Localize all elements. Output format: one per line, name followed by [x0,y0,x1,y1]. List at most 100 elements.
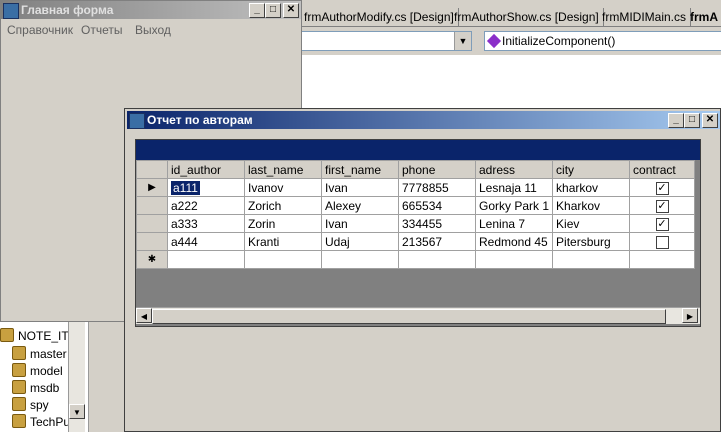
cell-phone[interactable]: 665534 [398,196,476,215]
database-icon [12,380,26,394]
cell-last-name[interactable]: Zorin [244,214,322,233]
cell-last-name[interactable]: Zorich [244,196,322,215]
cell-city[interactable]: Kharkov [552,196,631,215]
row-header[interactable] [136,196,168,215]
cell-phone[interactable]: 213567 [398,232,476,251]
tree-item-master[interactable]: master [12,346,67,361]
cell-last-name[interactable]: Ivanov [244,178,322,197]
cell-last-name[interactable]: Kranti [244,232,322,251]
new-cell[interactable] [474,250,554,269]
cell-city[interactable]: kharkov [552,178,631,197]
tab-author-modify[interactable]: frmAuthorModify.cs [Design] [300,8,459,26]
cell-adress[interactable]: Gorky Park 1 [474,196,554,215]
minimize-button[interactable]: _ [249,3,265,18]
scroll-thumb[interactable] [152,309,666,324]
col-header-adress[interactable]: adress [474,160,554,179]
cell-first-name[interactable]: Ivan [321,178,399,197]
tree-item-msdb[interactable]: msdb [12,380,59,395]
cell-first-name[interactable]: Ivan [321,214,399,233]
contract-checkbox[interactable]: ✓ [655,199,669,213]
scroll-right-icon[interactable]: ▶ [682,308,698,323]
maximize-button[interactable]: □ [265,3,281,18]
authors-table: id_author last_name first_name phone adr… [136,160,696,269]
cell-city[interactable]: Kiev [552,214,631,233]
maximize-button[interactable]: □ [684,113,700,128]
new-row[interactable]: ✱ [136,250,696,269]
new-cell[interactable] [629,250,696,269]
scroll-left-icon[interactable]: ◀ [136,308,152,323]
minimize-button[interactable]: _ [668,113,684,128]
cell-city[interactable]: Pitersburg [552,232,631,251]
table-row[interactable]: ▶ a111 Ivanov Ivan 7778855 Lesnaja 11 kh… [136,178,696,197]
tab-midi-main[interactable]: frmMIDIMain.cs [598,8,691,26]
cell-adress[interactable]: Redmond 45 [474,232,554,251]
report-titlebar[interactable]: Отчет по авторам _ □ ✕ [127,111,720,129]
menu-reports[interactable]: Отчеты [81,23,122,37]
scroll-down-icon[interactable]: ▼ [69,404,85,419]
cell-contract[interactable] [629,232,696,251]
col-header-id-author[interactable]: id_author [167,160,245,179]
cell-id-author[interactable]: a222 [167,196,245,215]
chevron-down-icon[interactable]: ▼ [454,32,471,50]
tree-scrollbar[interactable]: ▼ [68,320,85,432]
main-form-titlebar[interactable]: Главная форма _ □ ✕ [1,1,301,19]
cell-phone[interactable]: 334455 [398,214,476,233]
main-menu-bar: Справочник Отчеты Выход [1,21,301,39]
row-header[interactable] [136,214,168,233]
col-header-contract[interactable]: contract [629,160,696,179]
col-header-phone[interactable]: phone [398,160,476,179]
app-icon [129,113,145,129]
tree-item-techpu[interactable]: TechPu [12,414,70,429]
close-button[interactable]: ✕ [283,3,299,18]
tab-active[interactable]: frmA [686,8,721,26]
new-cell[interactable] [552,250,631,269]
report-title: Отчет по авторам [147,113,253,127]
type-combo[interactable]: ▼ [300,31,472,51]
menu-exit[interactable]: Выход [135,23,171,37]
close-button[interactable]: ✕ [702,113,718,128]
col-header-city[interactable]: city [552,160,631,179]
cell-contract[interactable]: ✓ [629,214,696,233]
current-row-icon[interactable]: ▶ [136,178,168,197]
tree-item-spy[interactable]: spy [12,397,49,412]
database-icon [12,414,26,428]
main-form-title: Главная форма [21,3,114,17]
cell-id-author[interactable]: a333 [167,214,245,233]
new-row-icon[interactable]: ✱ [136,250,168,269]
authors-datagrid[interactable]: id_author last_name first_name phone adr… [135,139,701,327]
new-cell[interactable] [244,250,322,269]
document-tabs: frmAuthorModify.cs [Design] frmAuthorSho… [300,4,721,27]
cell-id-author[interactable]: a444 [167,232,245,251]
cell-id-author[interactable]: a111 [167,178,245,197]
horizontal-scrollbar[interactable]: ◀ ▶ [136,307,700,324]
row-header[interactable] [136,232,168,251]
tree-item-label: model [30,364,63,378]
cell-contract[interactable]: ✓ [629,178,696,197]
table-row[interactable]: a222 Zorich Alexey 665534 Gorky Park 1 K… [136,196,696,215]
tree-item-label: msdb [30,381,60,395]
col-header-last-name[interactable]: last_name [244,160,322,179]
code-editor[interactable] [300,55,721,110]
contract-checkbox[interactable]: ✓ [655,217,669,231]
table-row[interactable]: a444 Kranti Udaj 213567 Redmond 45 Piter… [136,232,696,251]
new-cell[interactable] [167,250,245,269]
tab-author-show[interactable]: frmAuthorShow.cs [Design] [450,8,604,26]
new-cell[interactable] [398,250,476,269]
col-header-first-name[interactable]: first_name [321,160,399,179]
cell-phone[interactable]: 7778855 [398,178,476,197]
cell-first-name[interactable]: Udaj [321,232,399,251]
report-window: Отчет по авторам _ □ ✕ id_author last_na… [124,108,721,432]
menu-reference[interactable]: Справочник [7,23,73,37]
cell-adress[interactable]: Lesnaja 11 [474,178,554,197]
tree-item-label: master [30,347,67,361]
cell-contract[interactable]: ✓ [629,196,696,215]
cell-adress[interactable]: Lenina 7 [474,214,554,233]
contract-checkbox[interactable] [655,235,669,249]
contract-checkbox[interactable]: ✓ [655,181,669,195]
new-cell[interactable] [321,250,399,269]
member-bar: ▼ InitializeComponent() [300,28,721,54]
table-row[interactable]: a333 Zorin Ivan 334455 Lenina 7 Kiev ✓ [136,214,696,233]
tree-item-model[interactable]: model [12,363,63,378]
cell-first-name[interactable]: Alexey [321,196,399,215]
member-combo[interactable]: InitializeComponent() [484,31,721,51]
